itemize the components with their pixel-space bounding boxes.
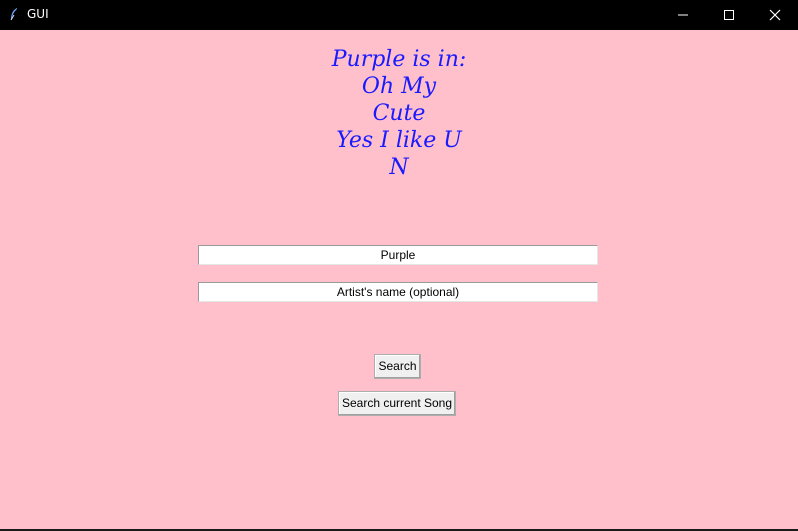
- now-playing-label: Purple is in: Oh My Cute Yes I like U N: [0, 46, 798, 181]
- window-client-area: Purple is in: Oh My Cute Yes I like U N …: [0, 30, 798, 529]
- feather-icon: [10, 8, 17, 21]
- title-bar[interactable]: GUI: [0, 0, 798, 30]
- headline-line: N: [389, 155, 409, 180]
- headline-line: Cute: [372, 101, 426, 126]
- window-title: GUI: [27, 7, 49, 21]
- headline-line: Oh My: [361, 74, 437, 99]
- search-button[interactable]: Search: [374, 354, 421, 379]
- artist-name-input[interactable]: [198, 282, 598, 302]
- song-name-input[interactable]: [198, 245, 598, 265]
- maximize-icon: [724, 10, 734, 20]
- close-button[interactable]: [752, 0, 798, 30]
- search-current-song-button[interactable]: Search current Song: [338, 391, 456, 416]
- headline-line: Yes I like U: [336, 128, 462, 153]
- headline-line: Purple is in:: [331, 47, 467, 72]
- minimize-button[interactable]: [660, 0, 706, 30]
- minimize-icon: [678, 14, 688, 16]
- maximize-button[interactable]: [706, 0, 752, 30]
- close-icon: [769, 9, 781, 21]
